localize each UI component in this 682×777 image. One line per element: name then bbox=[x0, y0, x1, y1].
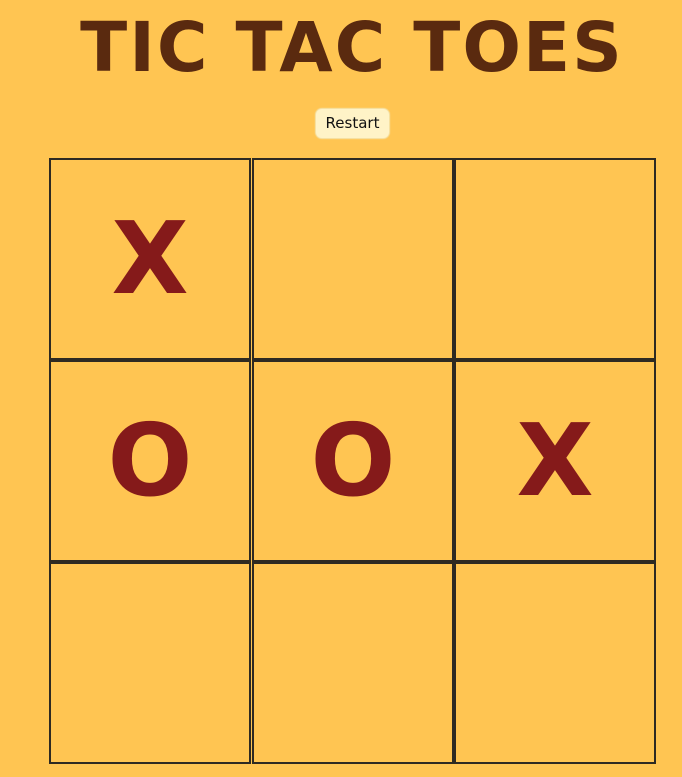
board-cell-2[interactable] bbox=[454, 158, 656, 360]
board-cell-6[interactable] bbox=[49, 562, 251, 764]
page-title: TIC TAC TOES bbox=[80, 8, 624, 88]
cell-mark: X bbox=[111, 200, 189, 317]
cell-mark: O bbox=[107, 402, 193, 519]
cell-mark: X bbox=[516, 402, 594, 519]
game-page: TIC TAC TOES Restart X O O X bbox=[0, 0, 682, 777]
board-cell-3[interactable]: O bbox=[49, 360, 251, 562]
board-cell-1[interactable] bbox=[252, 158, 454, 360]
board-cell-5[interactable]: X bbox=[454, 360, 656, 562]
board-cell-0[interactable]: X bbox=[49, 158, 251, 360]
restart-button[interactable]: Restart bbox=[316, 109, 389, 138]
board-cell-4[interactable]: O bbox=[252, 360, 454, 562]
board-cell-7[interactable] bbox=[252, 562, 454, 764]
cell-mark: O bbox=[310, 402, 396, 519]
board-cell-8[interactable] bbox=[454, 562, 656, 764]
game-board: X O O X bbox=[49, 158, 657, 766]
